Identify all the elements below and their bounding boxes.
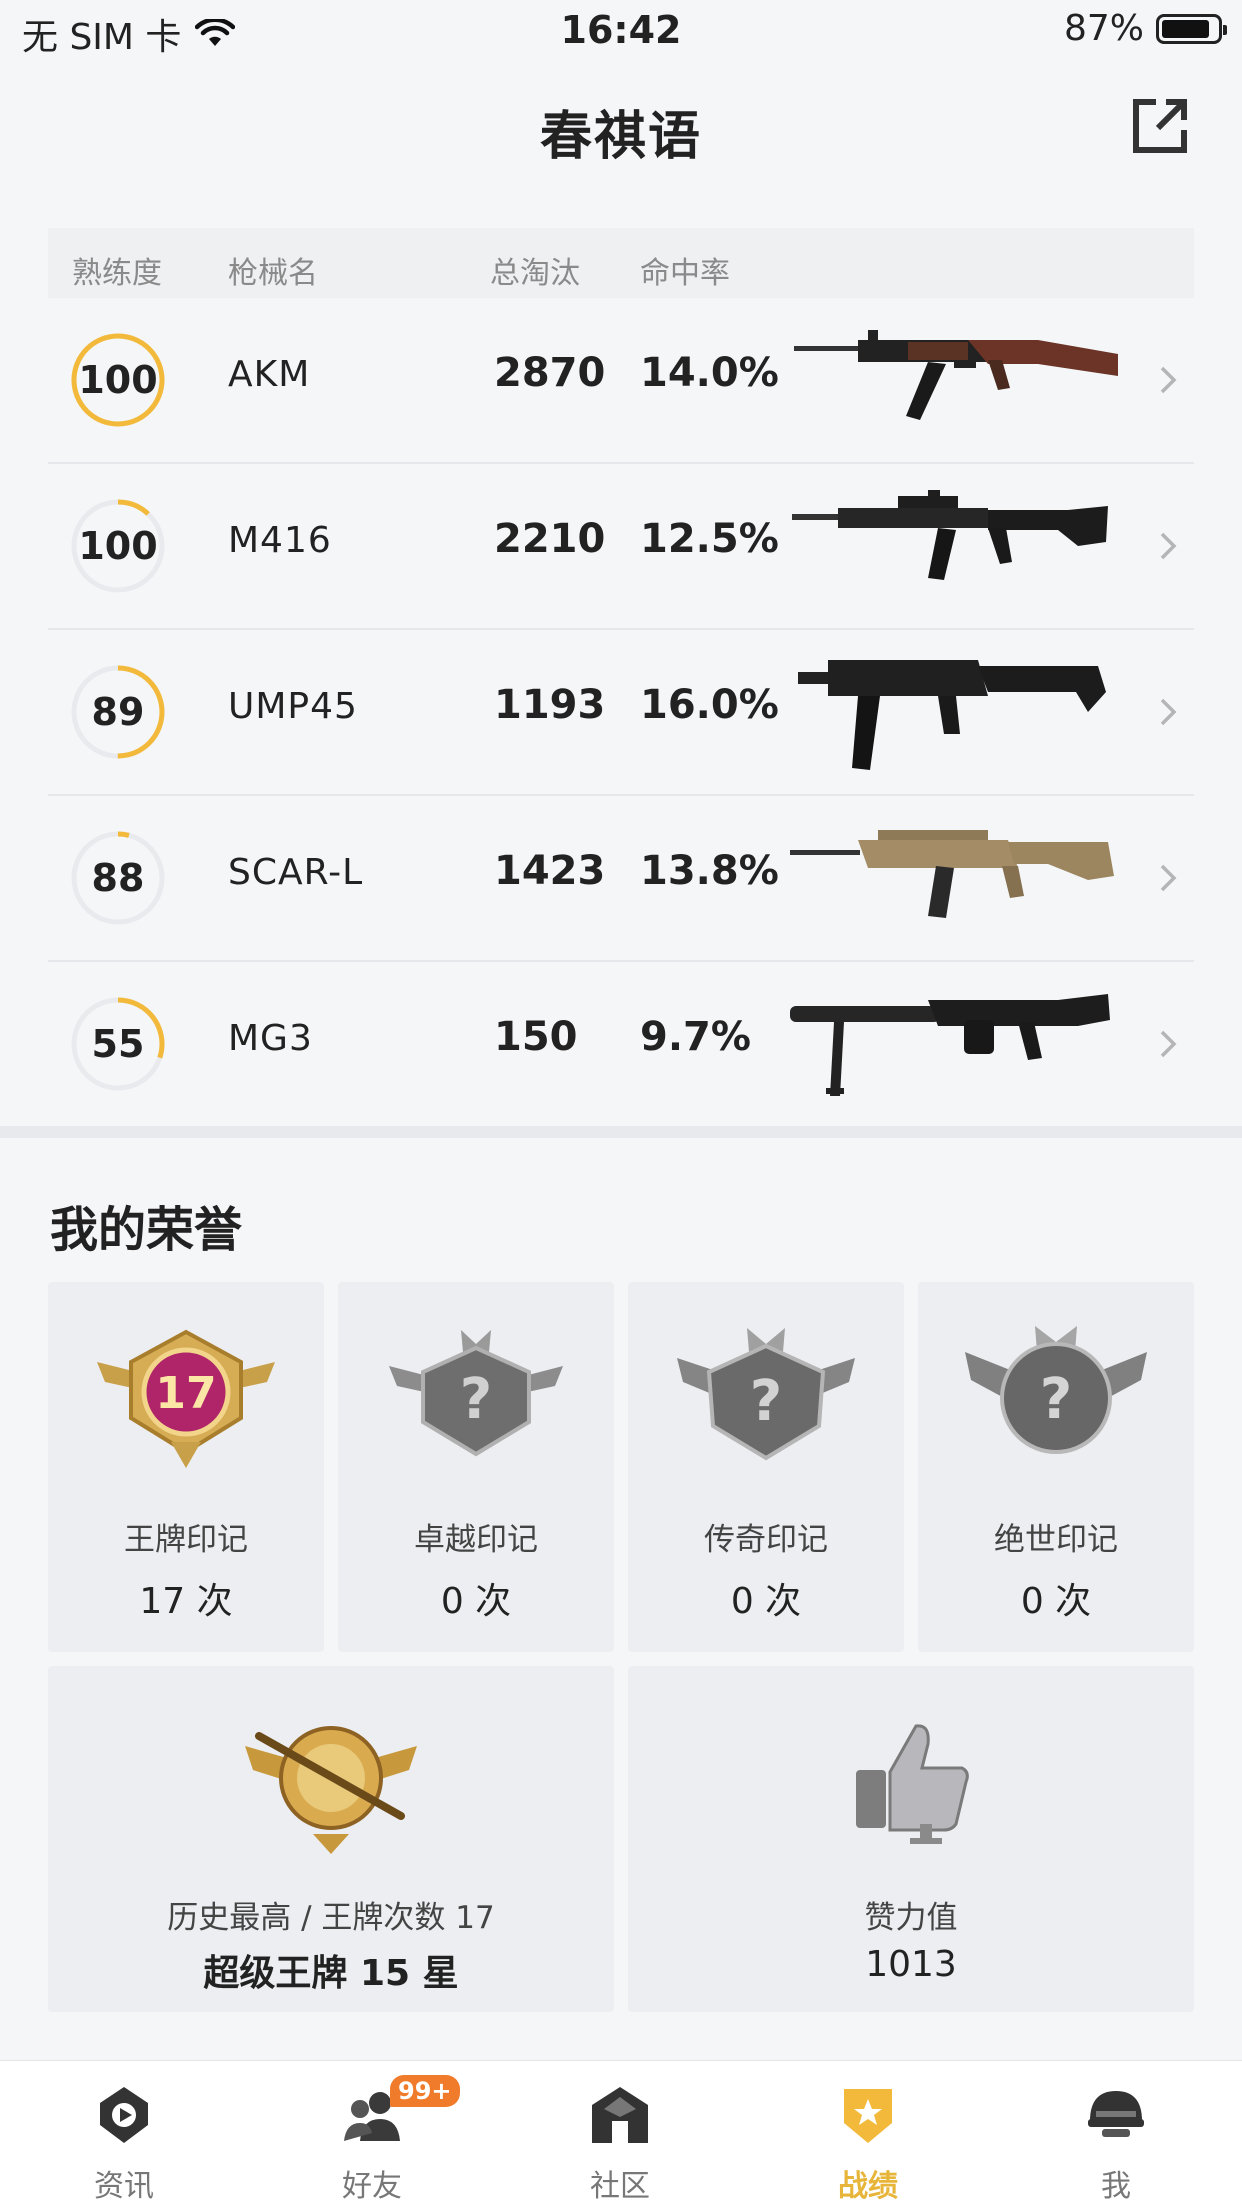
honor-count: 17 次 bbox=[139, 1581, 233, 1622]
total-kills: 2210 bbox=[494, 516, 606, 562]
ace-mark-badge-icon: 17 bbox=[97, 1329, 275, 1468]
tab-bar: 资讯 99+ 好友 社区 战绩 我 bbox=[0, 2060, 1242, 2209]
helmet-icon bbox=[1088, 2091, 1144, 2137]
tab-label: 战绩 bbox=[838, 2169, 898, 2204]
hit-rate: 16.0% bbox=[640, 682, 779, 728]
tab-label: 资讯 bbox=[94, 2169, 154, 2204]
honor-count: 0 次 bbox=[730, 1581, 802, 1622]
ace-badge-number: 17 bbox=[155, 1368, 216, 1419]
weapon-name: M416 bbox=[228, 520, 332, 561]
battery-icon bbox=[1156, 13, 1227, 44]
proficiency-value: 88 bbox=[91, 856, 145, 900]
status-bar: 无 SIM 卡 16:42 87% bbox=[0, 0, 1242, 62]
honor-card-legend[interactable]: ? 传奇印记 0 次 bbox=[628, 1282, 904, 1652]
community-icon bbox=[592, 2087, 648, 2143]
total-kills: 150 bbox=[494, 1014, 578, 1060]
honor-label: 传奇印记 bbox=[704, 1522, 828, 1558]
header-proficiency: 熟练度 bbox=[72, 256, 162, 291]
total-kills: 2870 bbox=[494, 350, 606, 396]
svg-text:?: ? bbox=[750, 1369, 782, 1434]
honor-card-excellent[interactable]: ? 卓越印记 0 次 bbox=[338, 1282, 614, 1652]
tab-label: 我 bbox=[1101, 2169, 1131, 2204]
tab-me[interactable]: 我 bbox=[992, 2061, 1240, 2209]
tab-label: 好友 bbox=[342, 2169, 402, 2204]
weapon-name: MG3 bbox=[228, 1018, 313, 1059]
header-hit-rate: 命中率 bbox=[640, 256, 730, 291]
chevron-right-icon bbox=[1160, 864, 1177, 892]
share-icon[interactable] bbox=[1128, 94, 1192, 158]
total-kills: 1423 bbox=[494, 848, 606, 894]
chevron-right-icon bbox=[1160, 1030, 1177, 1058]
weapon-row[interactable]: 55 MG3 150 9.7% bbox=[48, 962, 1194, 1126]
honor-card-peerless[interactable]: ? 绝世印记 0 次 bbox=[918, 1282, 1194, 1652]
honor-card-likes[interactable]: 赞力值 1013 bbox=[628, 1666, 1194, 2012]
tab-label: 社区 bbox=[590, 2169, 650, 2204]
honor-card-ace[interactable]: 17 王牌印记 17 次 bbox=[48, 1282, 324, 1652]
honor-label: 历史最高 / 王牌次数 17 bbox=[167, 1900, 495, 1936]
honor-label: 绝世印记 bbox=[994, 1522, 1118, 1558]
status-time: 16:42 bbox=[560, 8, 682, 52]
tab-news[interactable]: 资讯 bbox=[0, 2061, 248, 2209]
weapon-row[interactable]: 89 UMP45 1193 16.0% bbox=[48, 630, 1194, 796]
honor-card-highest[interactable]: 历史最高 / 王牌次数 17 超级王牌 15 星 bbox=[48, 1666, 614, 2012]
mg3-machinegun-icon bbox=[790, 994, 1110, 1096]
weapon-row[interactable]: 100 AKM 2870 14.0% bbox=[48, 298, 1194, 464]
honor-count: 0 次 bbox=[440, 1581, 512, 1622]
locked-badge-icon: ? bbox=[677, 1328, 855, 1461]
locked-badge-icon: ? bbox=[965, 1326, 1147, 1454]
scar-l-rifle-icon bbox=[790, 830, 1114, 918]
honor-label: 赞力值 bbox=[864, 1900, 958, 1936]
svg-text:?: ? bbox=[460, 1367, 492, 1432]
proficiency-value: 100 bbox=[78, 524, 158, 568]
thumbs-up-icon bbox=[856, 1724, 969, 1844]
akm-rifle-icon bbox=[794, 330, 1118, 420]
honors-title: 我的荣誉 bbox=[50, 1202, 243, 1258]
proficiency-value: 100 bbox=[78, 358, 158, 402]
header: 春祺语 bbox=[0, 62, 1242, 192]
chevron-right-icon bbox=[1160, 366, 1177, 394]
hit-rate: 12.5% bbox=[640, 516, 779, 562]
header-weapon-name: 枪械名 bbox=[228, 256, 318, 291]
total-kills: 1193 bbox=[494, 682, 606, 728]
notification-badge: 99+ bbox=[390, 2075, 460, 2107]
tab-records[interactable]: 战绩 bbox=[744, 2061, 992, 2209]
svg-text:?: ? bbox=[1040, 1367, 1072, 1432]
hit-rate: 14.0% bbox=[640, 350, 779, 396]
locked-badge-icon: ? bbox=[389, 1330, 563, 1457]
battery-percent: 87% bbox=[1063, 8, 1144, 49]
record-shield-icon bbox=[844, 2089, 892, 2143]
header-kills: 总淘汰 bbox=[490, 256, 580, 291]
status-right: 87% bbox=[1063, 8, 1227, 49]
proficiency-value: 55 bbox=[91, 1022, 145, 1066]
weapon-name: AKM bbox=[228, 354, 311, 395]
weapon-name: UMP45 bbox=[228, 686, 358, 727]
section-divider bbox=[0, 1126, 1242, 1138]
weapon-row[interactable]: 88 SCAR-L 1423 13.8% bbox=[48, 796, 1194, 962]
hit-rate: 13.8% bbox=[640, 848, 779, 894]
super-ace-badge-icon bbox=[245, 1726, 417, 1854]
news-play-icon bbox=[100, 2087, 148, 2143]
chevron-right-icon bbox=[1160, 532, 1177, 560]
highest-rank-value: 超级王牌 15 星 bbox=[203, 1953, 459, 1994]
hit-rate: 9.7% bbox=[640, 1014, 751, 1060]
honor-label: 王牌印记 bbox=[124, 1522, 248, 1558]
tab-community[interactable]: 社区 bbox=[496, 2061, 744, 2209]
table-header: 熟练度 枪械名 总淘汰 命中率 bbox=[48, 228, 1194, 298]
honor-count: 0 次 bbox=[1020, 1581, 1092, 1622]
battery-level bbox=[1162, 19, 1209, 38]
tab-friends[interactable]: 99+ 好友 bbox=[248, 2061, 496, 2209]
honor-label: 卓越印记 bbox=[414, 1522, 538, 1558]
weapon-row[interactable]: 100 M416 2210 12.5% bbox=[48, 464, 1194, 630]
weapon-name: SCAR-L bbox=[228, 852, 364, 893]
weapons-table: 熟练度 枪械名 总淘汰 命中率 100 AKM 2870 14.0% 100 M… bbox=[48, 228, 1194, 1126]
ump45-smg-icon bbox=[798, 660, 1106, 770]
chevron-right-icon bbox=[1160, 698, 1177, 726]
page-title: 春祺语 bbox=[539, 107, 702, 167]
likes-value: 1013 bbox=[865, 1944, 957, 1985]
m416-rifle-icon bbox=[792, 490, 1108, 580]
proficiency-value: 89 bbox=[91, 690, 145, 734]
